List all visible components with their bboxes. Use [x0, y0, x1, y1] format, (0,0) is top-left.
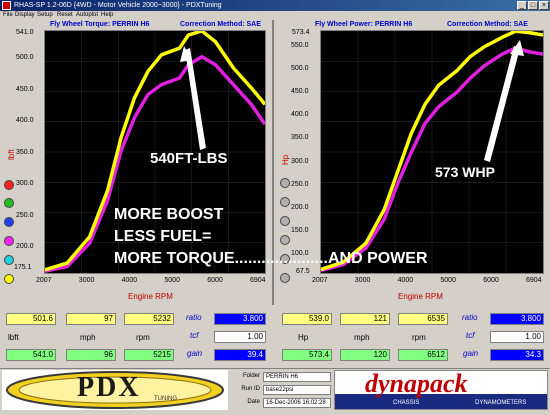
mph-value-field-right[interactable]: 121 — [340, 313, 390, 325]
lbft-peak-field[interactable]: 541.0 — [6, 349, 56, 361]
folder-label: Folder — [242, 373, 260, 379]
dynapack-sub1: CHASSIS — [393, 400, 420, 406]
mph-peak-field-right[interactable]: 120 — [340, 349, 390, 361]
pdx-logo: PDX TUNING — [2, 370, 228, 410]
rpm-peak-field-right[interactable]: 6512 — [398, 349, 448, 361]
date-label: Date — [247, 399, 260, 405]
rpm-label: rpm — [136, 333, 150, 342]
dynapack-logo-text: dynapack — [365, 369, 468, 398]
power-arrow — [484, 46, 520, 162]
ratio-label-left: ratio — [186, 313, 202, 322]
gain-field-left[interactable]: 39.4 — [214, 349, 266, 361]
tcf-label-left: tcf — [190, 331, 199, 340]
rpm-value-field[interactable]: 5232 — [124, 313, 174, 325]
rpm-value-field-right[interactable]: 6535 — [398, 313, 448, 325]
pdx-logo-sub: TUNING — [154, 396, 177, 402]
date-field[interactable]: 16-Dec-2006 16:02:28 — [263, 398, 331, 408]
tcf-label-right: tcf — [466, 331, 475, 340]
mph-value-field[interactable]: 97 — [66, 313, 116, 325]
pdx-logo-text: PDX — [77, 372, 141, 403]
hp-label: Hp — [298, 333, 309, 342]
ratio-field-left[interactable]: 3.800 — [214, 313, 266, 325]
tcf-field-right[interactable]: 1.00 — [490, 331, 544, 343]
gain-label-right: gain — [463, 349, 479, 358]
ratio-field-right[interactable]: 3.800 — [490, 313, 544, 325]
power-arrowhead — [510, 40, 524, 56]
runid-label: Run ID — [241, 386, 260, 392]
mph-peak-field[interactable]: 96 — [66, 349, 116, 361]
folder-field[interactable]: PERRIN H6 — [263, 372, 331, 382]
ratio-label-right: ratio — [462, 313, 478, 322]
hp-peak-field[interactable]: 573.4 — [282, 349, 332, 361]
tcf-field-left[interactable]: 1.00 — [214, 331, 266, 343]
torque-arrow — [185, 48, 206, 150]
gain-field-right[interactable]: 34.3 — [490, 349, 544, 361]
runid-field[interactable]: base22psi — [263, 385, 331, 395]
rpm-label-right: rpm — [412, 333, 426, 342]
mph-label: mph — [80, 333, 96, 342]
mph-label-right: mph — [354, 333, 370, 342]
gain-label-left: gain — [187, 349, 203, 358]
lbft-value-field[interactable]: 501.6 — [6, 313, 56, 325]
hp-value-field[interactable]: 539.0 — [282, 313, 332, 325]
rpm-peak-field[interactable]: 5215 — [124, 349, 174, 361]
dynapack-sub2: DYNAMOMETERS — [475, 400, 527, 406]
dynapack-logo: dynapack CHASSIS DYNAMOMETERS — [334, 369, 548, 410]
lbft-label: lbft — [8, 333, 19, 342]
